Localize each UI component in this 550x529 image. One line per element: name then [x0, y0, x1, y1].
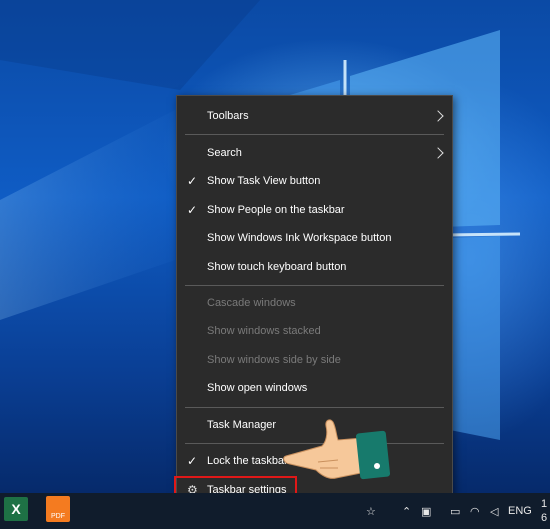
menu-item-label: Show touch keyboard button	[207, 261, 347, 273]
menu-item-label: Show windows stacked	[207, 325, 321, 337]
language-indicator[interactable]: ENG	[508, 493, 532, 529]
menu-item-label: Show Windows Ink Workspace button	[207, 232, 392, 244]
taskbar: X PDF ☆ ⌃ ▣ ▭ ◠ ◁ ENG 1 6	[0, 493, 550, 529]
tray-chevron-icon[interactable]: ⌃	[402, 493, 411, 529]
menu-item-show-windows-side-by-side[interactable]: Show windows side by side	[177, 346, 452, 374]
clock-time: 1	[541, 498, 548, 510]
menu-item-show-ink-workspace[interactable]: Show Windows Ink Workspace button	[177, 224, 452, 252]
menu-separator	[185, 285, 444, 286]
foxit-pdf-icon-label: PDF	[51, 513, 65, 520]
menu-separator	[185, 407, 444, 408]
people-icon[interactable]: ☆	[366, 493, 376, 529]
chevron-right-icon	[432, 110, 444, 122]
menu-item-toolbars[interactable]: Toolbars	[177, 102, 452, 130]
volume-icon[interactable]: ◁	[490, 493, 498, 529]
language-label: ENG	[508, 505, 532, 517]
menu-item-show-open-windows[interactable]: Show open windows	[177, 374, 452, 402]
menu-item-cascade-windows[interactable]: Cascade windows	[177, 289, 452, 317]
menu-item-show-people[interactable]: ✓ Show People on the taskbar	[177, 196, 452, 224]
menu-item-search[interactable]: Search	[177, 139, 452, 167]
pointing-hand-icon	[283, 419, 391, 480]
menu-item-label: Cascade windows	[207, 297, 296, 309]
menu-item-show-task-view-button[interactable]: ✓ Show Task View button	[177, 167, 452, 195]
menu-item-label: Show open windows	[207, 382, 308, 394]
menu-item-label: Show windows side by side	[207, 354, 341, 366]
clock-date: 6	[541, 512, 548, 524]
clock[interactable]: 1 6	[541, 493, 547, 529]
menu-item-label: Show People on the taskbar	[207, 204, 345, 216]
battery-icon[interactable]: ▭	[450, 493, 460, 529]
menu-item-label: Search	[207, 147, 242, 159]
menu-item-label: Show Task View button	[207, 175, 321, 187]
menu-item-label: Lock the taskbar	[207, 455, 288, 467]
checkmark-icon: ✓	[187, 454, 198, 468]
menu-item-show-windows-stacked[interactable]: Show windows stacked	[177, 317, 452, 345]
menu-item-show-touch-keyboard[interactable]: Show touch keyboard button	[177, 253, 452, 281]
menu-separator	[185, 134, 444, 135]
excel-icon-label: X	[11, 501, 21, 517]
menu-item-label: Task Manager	[207, 419, 277, 431]
checkmark-icon: ✓	[187, 203, 198, 217]
checkmark-icon: ✓	[187, 174, 198, 188]
menu-item-label: Toolbars	[207, 110, 249, 122]
chevron-right-icon	[432, 147, 444, 159]
wifi-icon[interactable]: ◠	[470, 493, 480, 529]
foxit-pdf-icon[interactable]: PDF	[46, 496, 70, 522]
excel-icon[interactable]: X	[4, 497, 28, 521]
tray-app-icon[interactable]: ▣	[421, 493, 431, 529]
